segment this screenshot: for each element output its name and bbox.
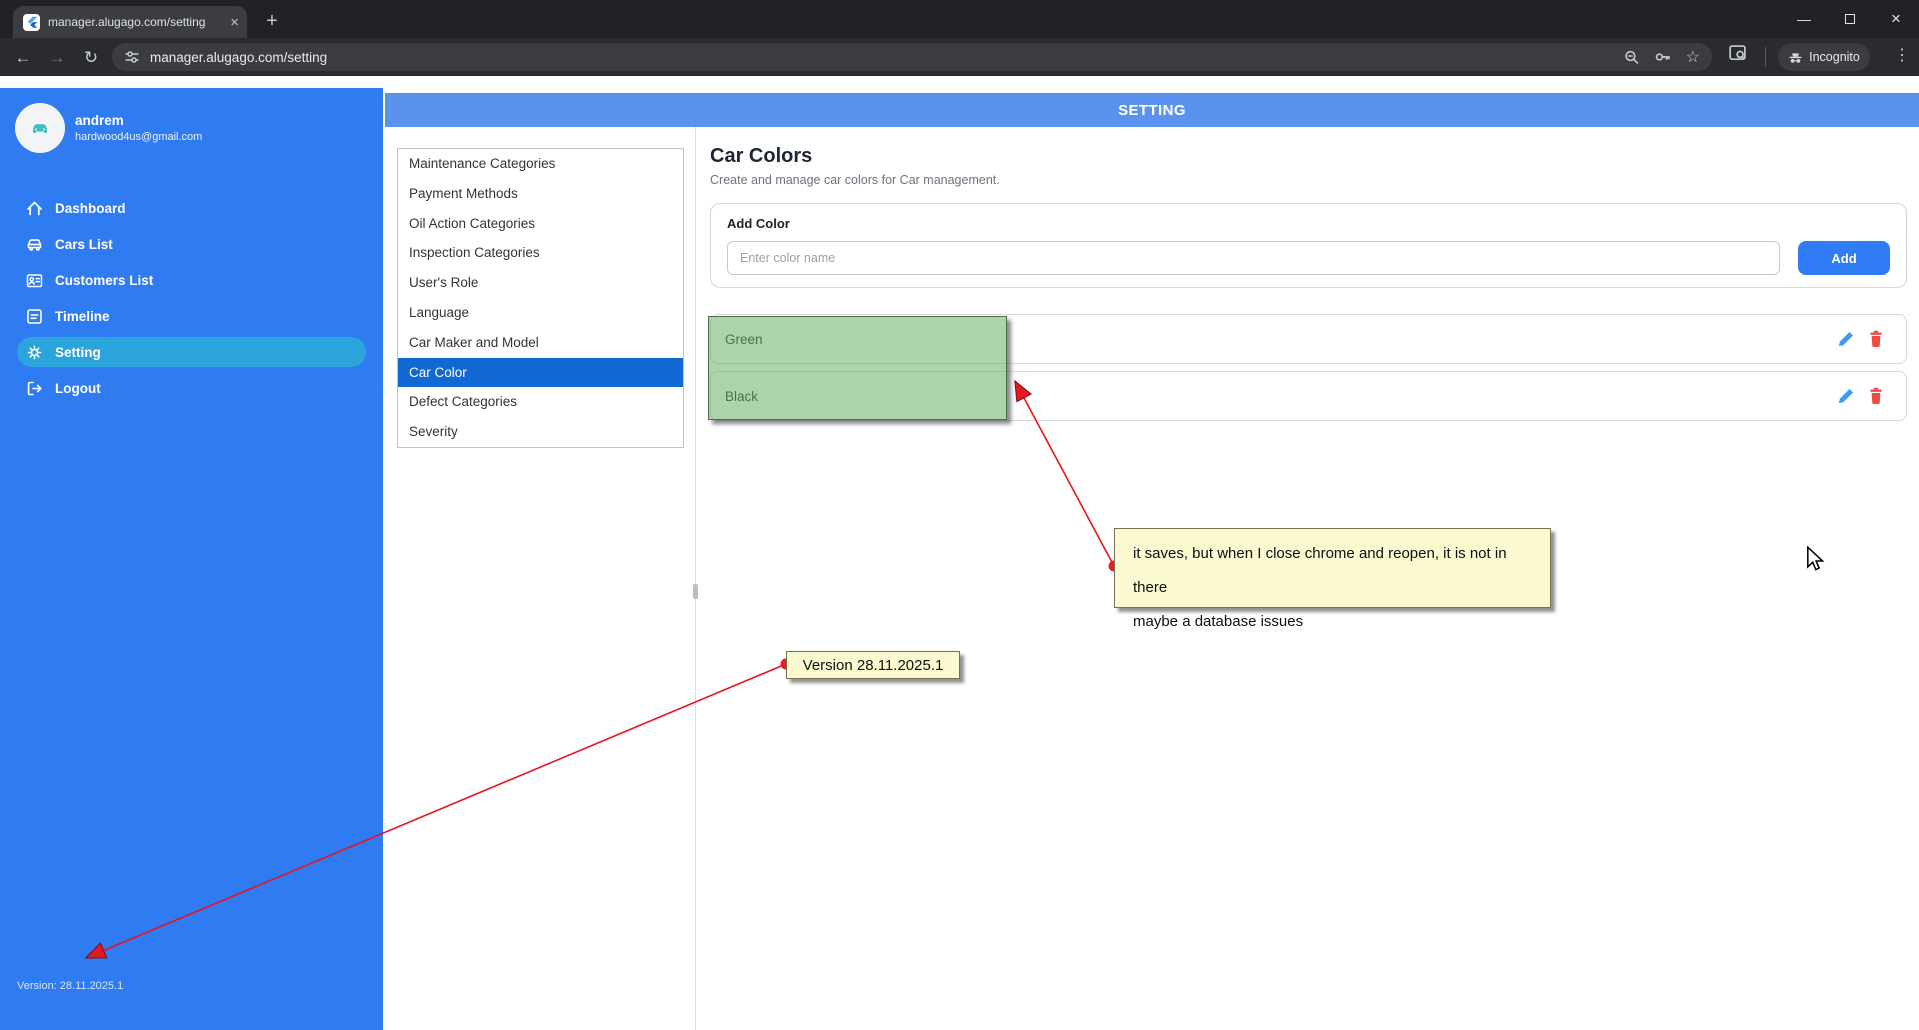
section-subtitle: Create and manage car colors for Car man… [710,173,1000,187]
color-row-black: Black [710,371,1907,421]
add-color-title: Add Color [727,216,790,231]
user-email: hardwood4us@gmail.com [75,131,203,143]
page-title: SETTING [1118,101,1186,119]
tab-strip: manager.alugago.com/setting × + — × [0,0,1919,38]
add-color-card: Add Color Add [710,203,1907,288]
incognito-badge: Incognito [1778,43,1870,71]
customers-icon [26,273,43,287]
logout-icon [27,381,42,395]
site-settings-icon[interactable] [124,49,140,65]
reload-button[interactable]: ↻ [78,45,104,71]
browser-window: manager.alugago.com/setting × + — × ← → … [0,0,1919,1030]
sidebar-item-label: Logout [55,380,101,396]
panel-divider[interactable] [693,127,698,1030]
menu-item-severity[interactable]: Severity [398,417,683,447]
back-button[interactable]: ← [10,45,36,71]
sidebar-item-label: Dashboard [55,200,126,216]
incognito-label: Incognito [1809,50,1860,64]
edit-pencil-icon[interactable] [1837,387,1855,405]
menu-item-oil-action-categories[interactable]: Oil Action Categories [398,209,683,239]
sidebar-item-customers-list[interactable]: Customers List [17,265,366,295]
add-button[interactable]: Add [1798,241,1890,275]
browser-menu-button[interactable]: ⋮ [1890,45,1914,65]
car-avatar-icon [33,124,47,133]
forward-button[interactable]: → [44,45,70,71]
menu-item-users-role[interactable]: User's Role [398,268,683,298]
delete-trash-icon[interactable] [1868,387,1884,405]
menu-item-car-maker-and-model[interactable]: Car Maker and Model [398,328,683,358]
delete-trash-icon[interactable] [1868,330,1884,348]
maximize-icon [1845,14,1855,24]
color-name: Black [725,388,759,404]
tab-close-icon[interactable]: × [230,15,239,30]
browser-toolbar: ← → ↻ manager.alugago.com/setting ☆ Inco… [0,38,1919,76]
minimize-button[interactable]: — [1781,0,1827,38]
menu-item-defect-categories[interactable]: Defect Categories [398,387,683,417]
section-title: Car Colors [710,145,813,167]
url-text: manager.alugago.com/setting [150,49,328,65]
sidebar-item-dashboard[interactable]: Dashboard [17,193,366,223]
sidebar-item-setting[interactable]: Setting [17,337,366,367]
divider-handle-icon[interactable] [693,584,698,599]
edit-pencil-icon[interactable] [1837,330,1855,348]
main-panel: Car Colors Create and manage car colors … [710,127,1907,428]
password-key-icon[interactable] [1654,48,1672,66]
content-area: Maintenance Categories Payment Methods O… [385,127,1919,1030]
user-block: andrem hardwood4us@gmail.com [15,103,383,153]
toolbar-divider [1765,47,1766,67]
home-icon [27,200,42,215]
sidebar-nav: Dashboard Cars List Customers List Timel… [0,193,383,403]
sidebar-item-timeline[interactable]: Timeline [17,301,366,331]
sidebar-item-label: Setting [55,344,101,360]
color-row-green: Green [710,314,1907,364]
timeline-icon [27,308,42,324]
avatar [15,103,65,153]
maximize-button[interactable] [1827,0,1873,38]
web-page: andrem hardwood4us@gmail.com Dashboard C… [0,76,1919,1030]
incognito-spy-icon [1789,52,1802,63]
window-controls: — × [1781,0,1919,38]
new-tab-button[interactable]: + [258,7,286,35]
menu-item-car-color[interactable]: Car Color [398,357,683,388]
color-name-input[interactable] [727,241,1780,275]
color-name: Green [725,331,763,347]
menu-item-payment-methods[interactable]: Payment Methods [398,179,683,209]
sidebar-item-label: Timeline [55,308,110,324]
sidebar-item-cars-list[interactable]: Cars List [17,229,366,259]
zoom-out-icon[interactable] [1623,49,1640,66]
sidebar-item-label: Cars List [55,236,113,252]
browser-tab[interactable]: manager.alugago.com/setting × [13,6,247,38]
car-icon [27,238,42,251]
sidebar-item-logout[interactable]: Logout [17,373,366,403]
menu-item-language[interactable]: Language [398,298,683,328]
close-window-button[interactable]: × [1873,0,1919,38]
color-list: Green Black [710,314,1907,421]
page-title-bar: SETTING [385,93,1919,127]
gear-icon [27,345,42,359]
sidebar-item-label: Customers List [55,272,154,288]
address-bar[interactable]: manager.alugago.com/setting ☆ [112,43,1712,71]
user-name: andrem [75,113,124,128]
menu-item-inspection-categories[interactable]: Inspection Categories [398,238,683,268]
settings-menu: Maintenance Categories Payment Methods O… [397,148,684,448]
bookmark-star-icon[interactable]: ☆ [1686,47,1700,67]
flutter-favicon-icon [23,13,40,31]
side-search-icon[interactable] [1728,43,1747,62]
tab-title: manager.alugago.com/setting [48,15,206,29]
menu-item-maintenance-categories[interactable]: Maintenance Categories [398,149,683,179]
sidebar: andrem hardwood4us@gmail.com Dashboard C… [0,88,383,1030]
sidebar-version-text: Version: 28.11.2025.1 [17,980,124,992]
